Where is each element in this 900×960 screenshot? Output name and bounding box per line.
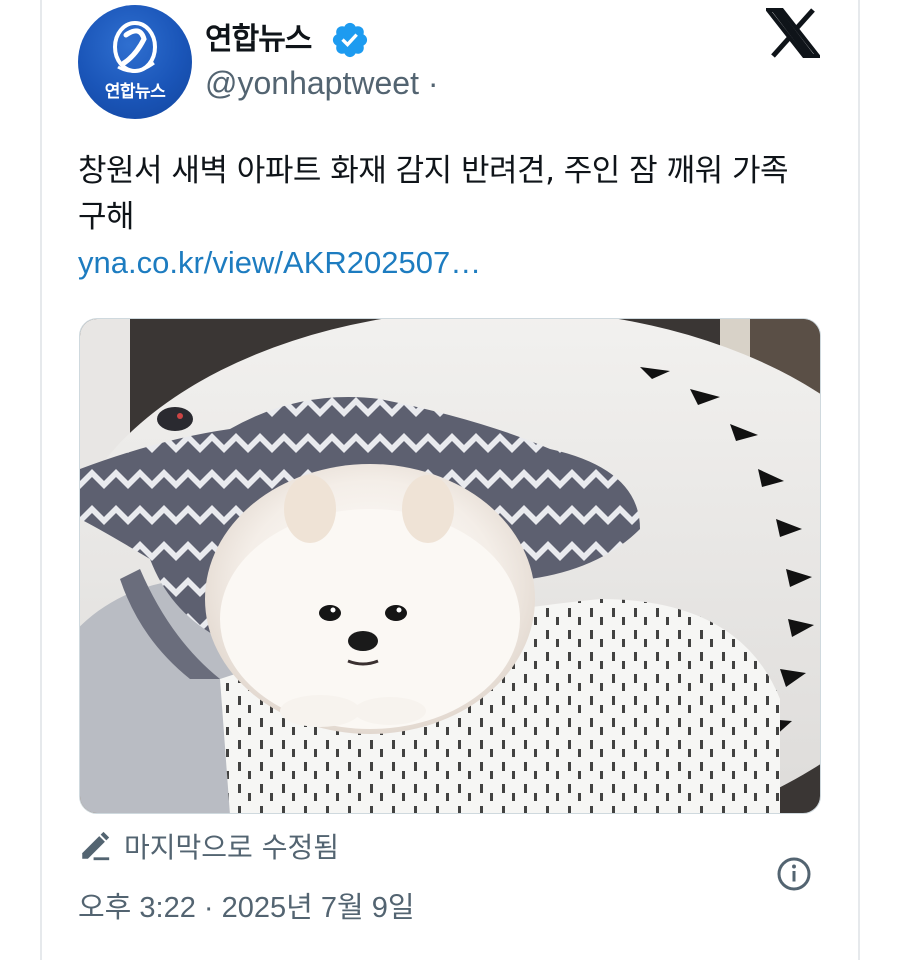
x-logo-icon[interactable] [766,8,820,58]
avatar-label: 연합뉴스 [104,82,166,102]
account-handle[interactable]: @yonhaptweet · [205,65,439,102]
pencil-icon [82,831,110,861]
tweet-timestamp[interactable]: 오후 3:22 · 2025년 7월 9일 [78,884,415,926]
tweet-link[interactable]: yna.co.kr/view/AKR202507… [78,245,481,281]
edited-indicator[interactable]: 마지막으로 수정됨 [78,826,339,866]
edited-label: 마지막으로 수정됨 [124,831,339,864]
info-icon[interactable] [776,856,812,892]
avatar[interactable]: 연합뉴스 [78,5,192,119]
verified-badge-icon [332,22,368,58]
dog-photo [80,319,820,813]
tweet-text: 창원서 새벽 아파트 화재 감지 반려견, 주인 잠 깨워 가족 구해 [78,153,788,235]
display-name[interactable]: 연합뉴스 [205,14,312,58]
tweet-image[interactable] [79,318,821,814]
